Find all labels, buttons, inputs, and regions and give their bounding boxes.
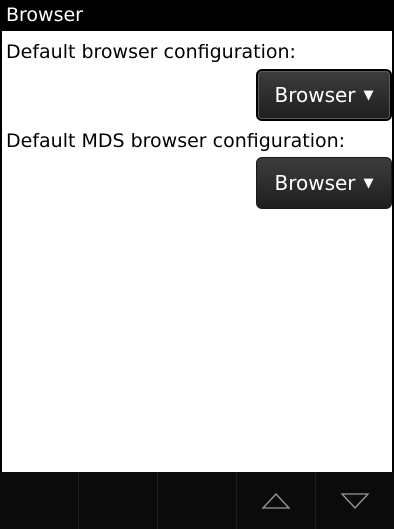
- scroll-up-button[interactable]: [237, 472, 316, 529]
- bottom-toolbar: [0, 472, 394, 529]
- down-arrow-icon: [340, 492, 370, 509]
- toolbar-slot-3: [158, 472, 237, 529]
- left-edge-divider: [0, 31, 2, 472]
- toolbar-slot-2: [79, 472, 158, 529]
- default-mds-browser-value: Browser: [274, 171, 356, 195]
- toolbar-slot-1: [0, 472, 79, 529]
- default-browser-value: Browser: [274, 83, 356, 107]
- default-mds-browser-label: Default MDS browser configuration:: [6, 130, 346, 152]
- dropdown-arrow-icon: ▼: [363, 87, 374, 103]
- dropdown-arrow-icon: ▼: [363, 175, 374, 191]
- scroll-down-button[interactable]: [316, 472, 394, 529]
- screen-title: Browser: [0, 0, 394, 31]
- default-browser-label: Default browser configuration:: [6, 41, 296, 63]
- default-mds-browser-dropdown[interactable]: Browser ▼: [256, 157, 392, 209]
- up-arrow-icon: [261, 492, 291, 509]
- default-browser-dropdown[interactable]: Browser ▼: [256, 69, 392, 121]
